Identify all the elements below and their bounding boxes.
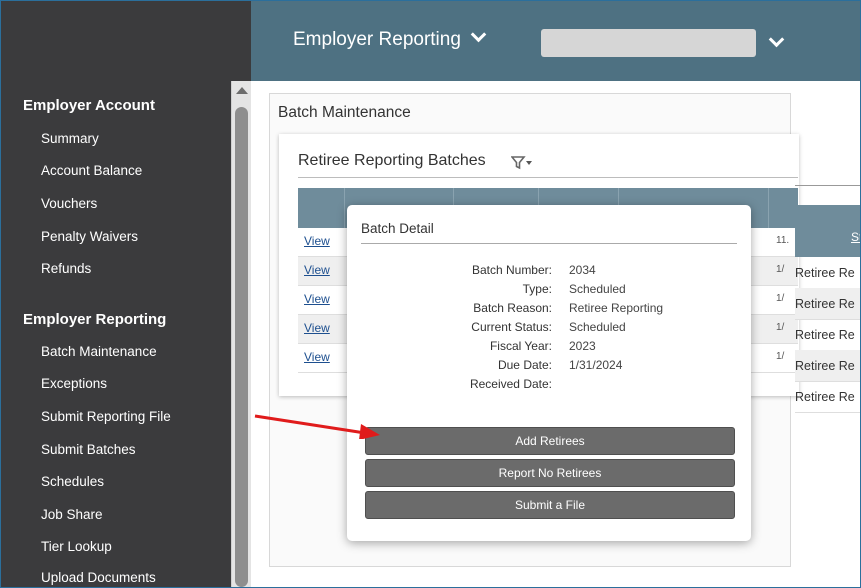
sidebar-item-penalty-waivers[interactable]: Penalty Waivers (41, 229, 138, 244)
field-value-batch-number: 2034 (569, 263, 596, 277)
top-header: Employer Reporting (251, 1, 860, 81)
view-link[interactable]: View (304, 263, 330, 277)
view-link[interactable]: View (304, 321, 330, 335)
field-value-batch-reason: Retiree Reporting (569, 301, 664, 315)
sidebar-item-batch-maintenance[interactable]: Batch Maintenance (41, 344, 157, 359)
popup-title: Batch Detail (361, 221, 434, 236)
app-window: Employer Account Summary Account Balance… (0, 0, 861, 588)
sidebar-item-submit-batches[interactable]: Submit Batches (41, 442, 136, 457)
field-label-batch-reason: Batch Reason: (473, 301, 552, 315)
header-corner (231, 1, 251, 81)
right-table-row: Retiree Re (795, 381, 860, 413)
right-table-header: St (795, 205, 860, 257)
field-label-fiscal-year: Fiscal Year: (489, 339, 552, 353)
sidebar-item-account-balance[interactable]: Account Balance (41, 163, 142, 178)
view-link[interactable]: View (304, 234, 330, 248)
chevron-down-icon (470, 26, 487, 43)
popup-divider (361, 243, 737, 244)
sidebar: Employer Account Summary Account Balance… (1, 1, 231, 587)
sidebar-scrollbar[interactable] (231, 81, 252, 587)
sidebar-item-upload-documents[interactable]: Upload Documents (41, 570, 156, 585)
sidebar-item-exceptions[interactable]: Exceptions (41, 376, 107, 391)
sidebar-item-summary[interactable]: Summary (41, 131, 99, 146)
right-table-row: Retiree Re (795, 288, 860, 320)
right-table-row: Retiree Re (795, 319, 860, 351)
sidebar-item-tier-lookup[interactable]: Tier Lookup (41, 539, 112, 554)
field-value-current-status: Scheduled (569, 320, 626, 334)
field-label-type: Type: (522, 282, 552, 296)
view-link[interactable]: View (304, 350, 330, 364)
annotation-arrow-icon (254, 414, 380, 439)
field-value-type: Scheduled (569, 282, 626, 296)
right-table-row: Retiree Re (795, 257, 860, 289)
field-value-fiscal-year: 2023 (569, 339, 596, 353)
filter-icon[interactable] (511, 156, 533, 170)
sidebar-item-job-share[interactable]: Job Share (41, 507, 103, 522)
sidebar-heading-employer-account: Employer Account (23, 97, 155, 114)
menu-title-label: Employer Reporting (293, 29, 461, 50)
employer-reporting-menu[interactable]: Employer Reporting (293, 26, 487, 51)
report-no-retirees-button[interactable]: Report No Retirees (365, 459, 735, 487)
card-divider (298, 177, 798, 178)
submit-a-file-button[interactable]: Submit a File (365, 491, 735, 519)
field-label-batch-number: Batch Number: (471, 263, 552, 277)
field-label-current-status: Current Status: (471, 320, 552, 334)
sidebar-item-vouchers[interactable]: Vouchers (41, 196, 97, 211)
sidebar-item-refunds[interactable]: Refunds (41, 261, 91, 276)
scrollbar-thumb[interactable] (235, 107, 248, 587)
sidebar-heading-employer-reporting: Employer Reporting (23, 311, 167, 328)
field-value-due-date: 1/31/2024 (569, 358, 623, 372)
sidebar-item-submit-reporting-file[interactable]: Submit Reporting File (41, 409, 171, 424)
add-retirees-button[interactable]: Add Retirees (365, 427, 735, 455)
field-label-due-date: Due Date: (497, 358, 552, 372)
batch-detail-popup: Batch Detail Batch Number: 2034 Type: Sc… (347, 205, 751, 541)
select-chevron-down-icon[interactable] (768, 31, 785, 52)
field-label-received-date: Received Date: (469, 377, 552, 391)
card-title: Retiree Reporting Batches (298, 152, 486, 169)
right-table-divider (795, 185, 860, 186)
sidebar-item-schedules[interactable]: Schedules (41, 474, 104, 489)
employer-select[interactable] (541, 29, 756, 57)
scroll-up-arrow-icon[interactable] (236, 87, 248, 94)
view-link[interactable]: View (304, 292, 330, 306)
right-table-row: Retiree Re (795, 350, 860, 382)
panel-title: Batch Maintenance (278, 104, 411, 121)
